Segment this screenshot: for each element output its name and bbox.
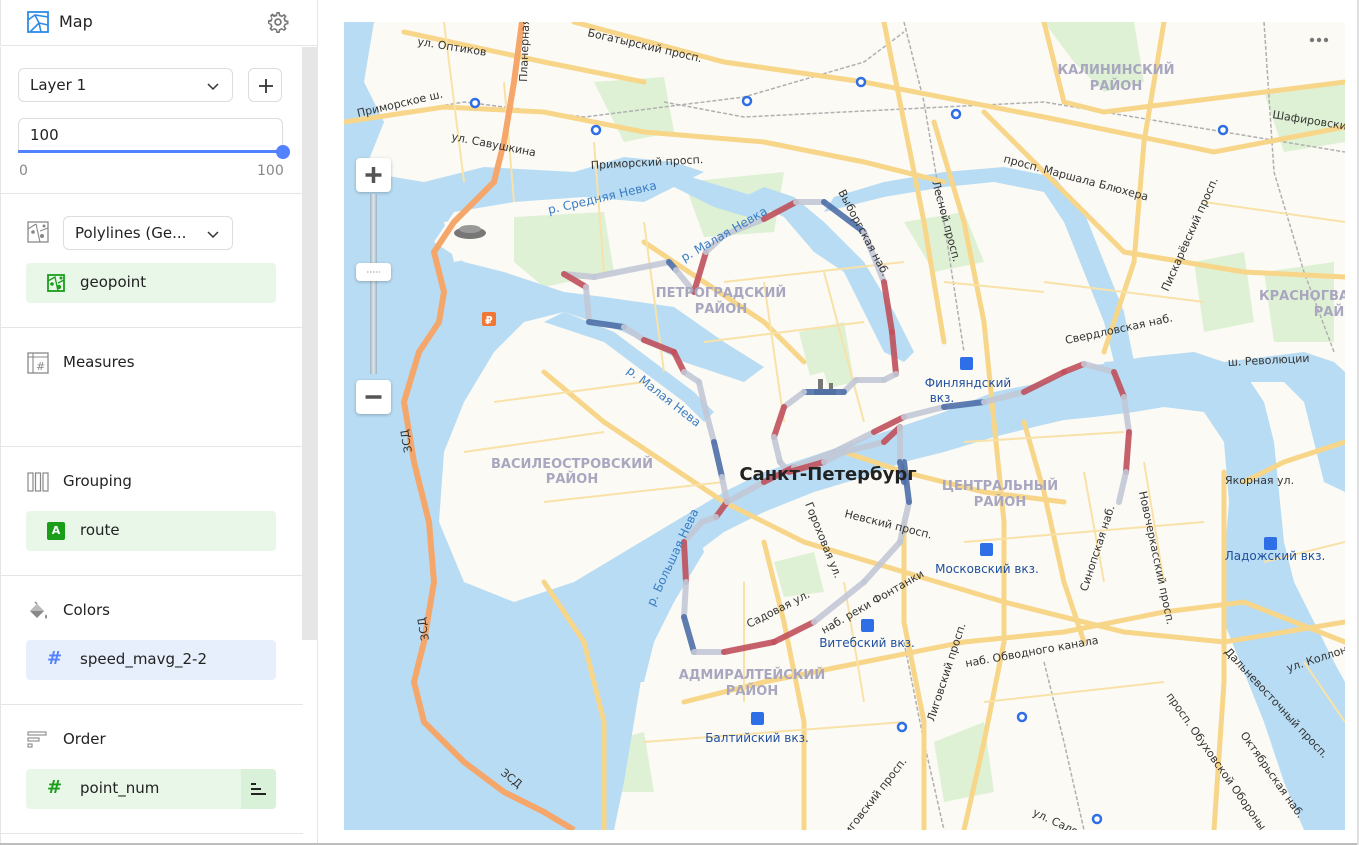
measures-section: # Measures xyxy=(1,329,303,447)
minus-icon xyxy=(365,395,382,399)
grouping-icon xyxy=(27,472,49,492)
station-label: вкз. xyxy=(930,391,955,405)
app-root: Map Layer 1 100 0 100 Polylines (Ge... g… xyxy=(0,0,1359,845)
opacity-input[interactable]: 100 xyxy=(18,118,283,152)
route-segment xyxy=(889,329,899,377)
geopoint-field-chip[interactable]: geopoint xyxy=(26,263,276,303)
layer-section: Layer 1 100 0 100 xyxy=(1,47,303,194)
measures-icon: # xyxy=(27,352,49,374)
opacity-min-label: 0 xyxy=(19,163,28,179)
svg-text:#: # xyxy=(36,360,45,373)
geotype-select[interactable]: Polylines (Ge... xyxy=(63,216,233,250)
geopoint-icon xyxy=(47,274,65,292)
point-num-field-chip[interactable]: # point_num xyxy=(26,769,276,809)
chevron-down-icon xyxy=(207,231,219,239)
zoom-rail[interactable] xyxy=(370,194,377,374)
opacity-max-label: 100 xyxy=(257,163,284,179)
city-label: Санкт-Петербург xyxy=(739,464,916,485)
district-label: РАЙОН xyxy=(1090,78,1142,94)
speed-field-label: speed_mavg_2-2 xyxy=(80,650,208,668)
district-label: ПЕТРОГРАДСКИЙ xyxy=(656,285,787,301)
string-type-icon: A xyxy=(47,522,65,540)
district-label: РАЙОН xyxy=(546,471,598,487)
sort-direction-icon xyxy=(251,783,266,795)
district-label: ВАСИЛЕОСТРОВСКИЙ xyxy=(491,456,653,472)
district-label: КАЛИНИНСКИЙ xyxy=(1058,62,1175,78)
station-label: Балтийский вкз. xyxy=(705,731,809,745)
street-label: Якорная ул. xyxy=(1225,474,1294,487)
district-label: РАЙОН xyxy=(974,494,1026,510)
opacity-slider-track[interactable] xyxy=(18,150,283,153)
opacity-slider-thumb[interactable] xyxy=(276,145,290,159)
map-base-layer[interactable]: ₽ КАЛИНИНСКИЙ РАЙОН ПЕТРОГРАДСКИЙ РАЙОН … xyxy=(344,22,1345,830)
sort-direction-button[interactable] xyxy=(241,769,276,809)
number-type-icon: # xyxy=(47,777,63,798)
district-label: РАЙОН xyxy=(726,683,778,699)
route-segment xyxy=(681,579,689,620)
grouping-label: Grouping xyxy=(63,472,132,490)
number-type-icon: # xyxy=(47,648,63,669)
zoom-out-button[interactable] xyxy=(356,380,391,414)
district-label: ЦЕНТРАЛЬНЫЙ xyxy=(942,478,1058,494)
district-label: РАЙ xyxy=(1314,304,1344,320)
paint-bucket-icon xyxy=(30,601,47,619)
panel-title: Map xyxy=(59,12,93,31)
more-horizontal-icon[interactable] xyxy=(1306,30,1332,50)
panel-header: Map xyxy=(0,0,318,46)
drag-handle-icon xyxy=(367,271,380,273)
layer-select[interactable]: Layer 1 xyxy=(18,68,233,102)
panel-body: Layer 1 100 0 100 Polylines (Ge... geopo… xyxy=(0,47,303,845)
add-layer-button[interactable] xyxy=(248,68,282,102)
geotype-select-value: Polylines (Ge... xyxy=(75,224,187,242)
district-label: АДМИРАЛТЕЙСКИЙ xyxy=(679,667,825,683)
zoom-in-button[interactable] xyxy=(356,158,391,192)
geopoint-field-label: geopoint xyxy=(80,273,147,291)
district-label: РАЙОН xyxy=(695,301,747,317)
plus-icon xyxy=(365,167,382,183)
station-label: Финляндский xyxy=(925,376,1011,390)
order-section: Order # point_num xyxy=(1,706,303,834)
station-label: Ладожский вкз. xyxy=(1225,549,1326,563)
map-canvas[interactable]: ₽ КАЛИНИНСКИЙ РАЙОН ПЕТРОГРАДСКИЙ РАЙОН … xyxy=(344,22,1345,830)
colors-section: Colors # speed_mavg_2-2 xyxy=(1,577,303,705)
visualization-settings-panel: Map Layer 1 100 0 100 Polylines (Ge... g… xyxy=(0,0,318,845)
grouping-section: Grouping A route xyxy=(1,448,303,576)
order-label: Order xyxy=(63,730,106,748)
layer-select-value: Layer 1 xyxy=(30,76,87,94)
zoom-slider-handle[interactable] xyxy=(356,263,391,281)
point-num-field-label: point_num xyxy=(80,779,160,797)
sort-icon xyxy=(27,731,47,748)
route-field-chip[interactable]: A route xyxy=(26,511,276,551)
route-segment xyxy=(583,284,592,325)
speed-field-chip[interactable]: # speed_mavg_2-2 xyxy=(26,640,276,680)
panel-scrollbar[interactable] xyxy=(302,47,318,640)
colors-label: Colors xyxy=(63,601,110,619)
chevron-down-icon xyxy=(207,83,219,91)
measures-label: Measures xyxy=(63,353,135,371)
geolayer-icon xyxy=(27,221,49,243)
plus-icon xyxy=(259,79,273,93)
ruble-glyph: ₽ xyxy=(485,314,493,327)
gear-icon[interactable] xyxy=(266,10,290,34)
station-label: Витебский вкз. xyxy=(819,636,915,650)
route-segment xyxy=(1123,429,1132,475)
district-label: КРАСНОГВА xyxy=(1259,289,1345,304)
station-label: Московский вкз. xyxy=(935,562,1039,576)
geometry-section: Polylines (Ge... geopoint xyxy=(1,195,303,328)
map-visualization-icon xyxy=(27,11,49,33)
route-field-label: route xyxy=(80,521,120,539)
